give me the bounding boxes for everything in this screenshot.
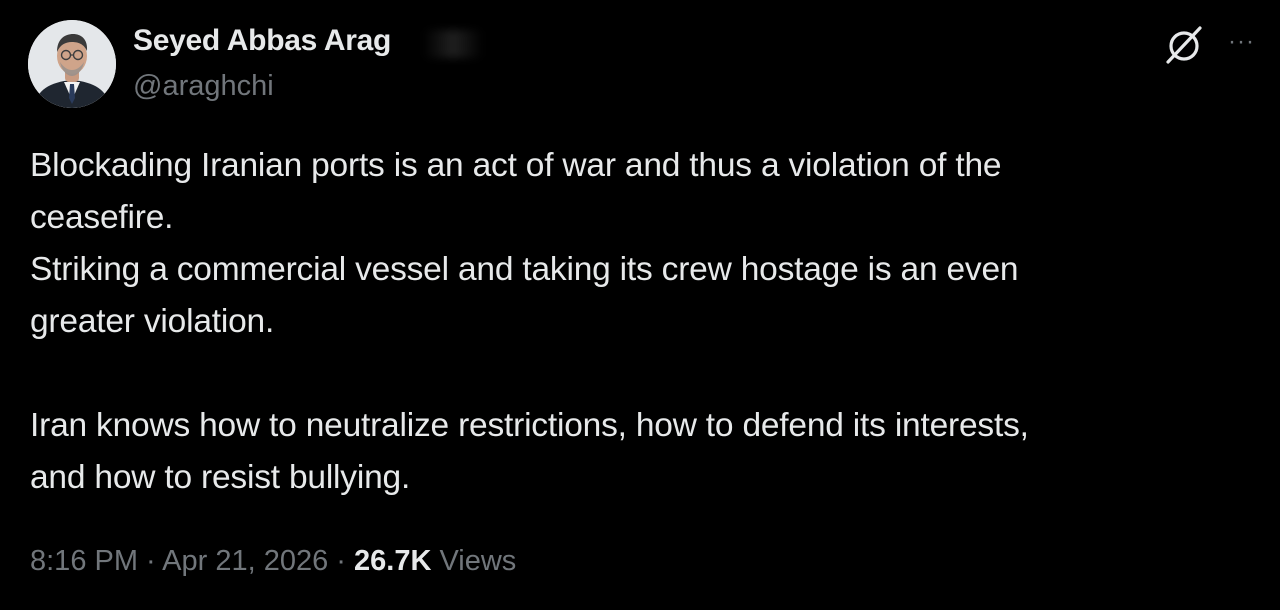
tweet-line: Iran knows how to neutralize restriction… (30, 407, 1029, 444)
tweet-date[interactable]: Apr 21, 2026 (162, 545, 328, 577)
more-horizontal-icon[interactable]: ··· (1228, 30, 1264, 54)
meta-separator: · (138, 545, 163, 577)
tweet-time[interactable]: 8:16 PM (30, 545, 138, 577)
person-portrait-icon (28, 20, 116, 108)
tweet-meta: 8:16 PM · Apr 21, 2026 · 26.7K Views (30, 545, 516, 578)
tweet-line: and how to resist bullying. (30, 459, 411, 496)
views-count[interactable]: 26.7K (354, 545, 431, 577)
tweet-line: ceasefire. (30, 199, 174, 236)
author-handle[interactable]: @araghchi (133, 70, 274, 103)
meta-separator: · (328, 545, 355, 577)
author-avatar[interactable] (28, 20, 116, 108)
name-blur-overlay (423, 30, 483, 58)
grok-slashed-circle-icon[interactable] (1162, 22, 1206, 66)
author-display-name[interactable]: Seyed Abbas Arag (133, 24, 391, 58)
tweet-line: Striking a commercial vessel and taking … (30, 251, 1019, 288)
tweet-text: Blockading Iranian ports is an act of wa… (30, 140, 1240, 504)
tweet-line: Blockading Iranian ports is an act of wa… (30, 147, 1002, 184)
views-label[interactable]: Views (431, 545, 516, 577)
tweet-line: greater violation. (30, 303, 275, 340)
tweet-card: Seyed Abbas Arag @araghchi ··· Blockadin… (0, 0, 1280, 610)
